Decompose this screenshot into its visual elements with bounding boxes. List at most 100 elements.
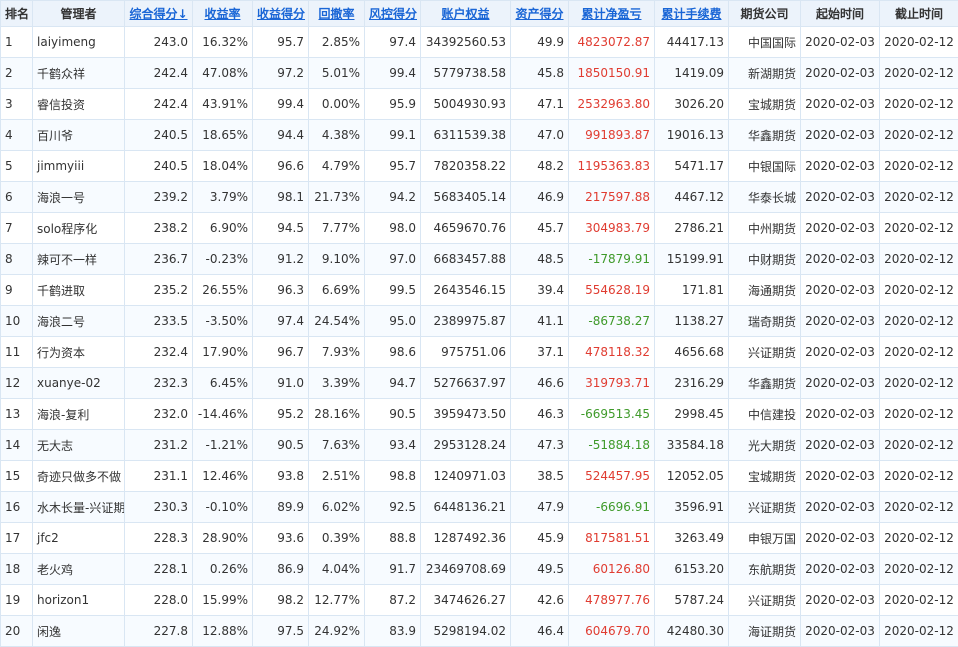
return-rate-cell: 6.45%	[193, 368, 253, 399]
cumulative-net-pnl-cell: 604679.70	[569, 616, 655, 647]
start-time-cell: 2020-02-03	[801, 337, 880, 368]
cumulative-fee-cell: 15199.91	[655, 244, 729, 275]
risk-score-cell: 92.5	[365, 492, 421, 523]
cumulative-fee-cell: 2316.29	[655, 368, 729, 399]
futures-company-cell: 海通期货	[729, 275, 801, 306]
column-header-return-rate[interactable]: 收益率	[193, 1, 253, 27]
drawdown-rate-cell: 0.39%	[309, 523, 365, 554]
drawdown-rate-cell: 12.77%	[309, 585, 365, 616]
end-time-cell: 2020-02-12	[880, 58, 958, 89]
futures-company-cell: 中信建投	[729, 399, 801, 430]
composite-score-cell: 228.3	[125, 523, 193, 554]
asset-score-cell: 41.1	[511, 306, 569, 337]
end-time-cell: 2020-02-12	[880, 523, 958, 554]
rank-cell: 7	[1, 213, 33, 244]
futures-company-cell: 中国国际	[729, 27, 801, 58]
end-time-cell: 2020-02-12	[880, 120, 958, 151]
rank-cell: 15	[1, 461, 33, 492]
manager-cell: xuanye-02	[33, 368, 125, 399]
return-rate-cell: -0.10%	[193, 492, 253, 523]
composite-score-cell: 238.2	[125, 213, 193, 244]
drawdown-rate-cell: 4.79%	[309, 151, 365, 182]
rank-cell: 4	[1, 120, 33, 151]
table-row: 2千鹤众祥242.447.08%97.25.01%99.45779738.584…	[1, 58, 958, 89]
manager-cell: 百川爷	[33, 120, 125, 151]
column-header-asset-score[interactable]: 资产得分	[511, 1, 569, 27]
manager-cell: 奇迹只做多不做	[33, 461, 125, 492]
risk-score-cell: 87.2	[365, 585, 421, 616]
start-time-cell: 2020-02-03	[801, 89, 880, 120]
rank-cell: 10	[1, 306, 33, 337]
composite-score-cell: 231.1	[125, 461, 193, 492]
cumulative-net-pnl-cell: 991893.87	[569, 120, 655, 151]
manager-cell: 千鹤众祥	[33, 58, 125, 89]
end-time-cell: 2020-02-12	[880, 399, 958, 430]
end-time-cell: 2020-02-12	[880, 368, 958, 399]
table-row: 19horizon1228.015.99%98.212.77%87.234746…	[1, 585, 958, 616]
rank-cell: 1	[1, 27, 33, 58]
rank-cell: 20	[1, 616, 33, 647]
account-equity-cell: 3959473.50	[421, 399, 511, 430]
table-row: 13海浪-复利232.0-14.46%95.228.16%90.53959473…	[1, 399, 958, 430]
composite-score-cell: 227.8	[125, 616, 193, 647]
column-header-cumulative-fee[interactable]: 累计手续费	[655, 1, 729, 27]
column-header-drawdown-rate[interactable]: 回撤率	[309, 1, 365, 27]
asset-score-cell: 47.3	[511, 430, 569, 461]
return-rate-cell: -1.21%	[193, 430, 253, 461]
rank-cell: 3	[1, 89, 33, 120]
risk-score-cell: 95.0	[365, 306, 421, 337]
column-header-rank: 排名	[1, 1, 33, 27]
start-time-cell: 2020-02-03	[801, 275, 880, 306]
column-header-return-score[interactable]: 收益得分	[253, 1, 309, 27]
asset-score-cell: 47.0	[511, 120, 569, 151]
cumulative-net-pnl-cell: 1850150.91	[569, 58, 655, 89]
return-rate-cell: 18.65%	[193, 120, 253, 151]
rank-cell: 19	[1, 585, 33, 616]
drawdown-rate-cell: 28.16%	[309, 399, 365, 430]
account-equity-cell: 4659670.76	[421, 213, 511, 244]
account-equity-cell: 5779738.58	[421, 58, 511, 89]
table-row: 4百川爷240.518.65%94.44.38%99.16311539.3847…	[1, 120, 958, 151]
risk-score-cell: 93.4	[365, 430, 421, 461]
end-time-cell: 2020-02-12	[880, 182, 958, 213]
asset-score-cell: 46.4	[511, 616, 569, 647]
return-rate-cell: 47.08%	[193, 58, 253, 89]
column-header-cumulative-net-pnl[interactable]: 累计净盈亏	[569, 1, 655, 27]
cumulative-fee-cell: 12052.05	[655, 461, 729, 492]
column-header-account-equity[interactable]: 账户权益	[421, 1, 511, 27]
cumulative-net-pnl-cell: -86738.27	[569, 306, 655, 337]
account-equity-cell: 975751.06	[421, 337, 511, 368]
end-time-cell: 2020-02-12	[880, 337, 958, 368]
cumulative-fee-cell: 19016.13	[655, 120, 729, 151]
risk-score-cell: 91.7	[365, 554, 421, 585]
table-row: 14无大志231.2-1.21%90.57.63%93.42953128.244…	[1, 430, 958, 461]
cumulative-fee-cell: 5787.24	[655, 585, 729, 616]
drawdown-rate-cell: 2.85%	[309, 27, 365, 58]
table-row: 6海浪一号239.23.79%98.121.73%94.25683405.144…	[1, 182, 958, 213]
end-time-cell: 2020-02-12	[880, 492, 958, 523]
cumulative-net-pnl-cell: -51884.18	[569, 430, 655, 461]
composite-score-cell: 236.7	[125, 244, 193, 275]
risk-score-cell: 95.7	[365, 151, 421, 182]
futures-company-cell: 东航期货	[729, 554, 801, 585]
table-row: 12xuanye-02232.36.45%91.03.39%94.7527663…	[1, 368, 958, 399]
manager-cell: 千鹤进取	[33, 275, 125, 306]
cumulative-fee-cell: 6153.20	[655, 554, 729, 585]
risk-score-cell: 99.1	[365, 120, 421, 151]
asset-score-cell: 48.5	[511, 244, 569, 275]
asset-score-cell: 46.6	[511, 368, 569, 399]
column-header-risk-score[interactable]: 风控得分	[365, 1, 421, 27]
cumulative-net-pnl-cell: -669513.45	[569, 399, 655, 430]
futures-company-cell: 华鑫期货	[729, 120, 801, 151]
drawdown-rate-cell: 3.39%	[309, 368, 365, 399]
start-time-cell: 2020-02-03	[801, 213, 880, 244]
table-row: 10海浪二号233.5-3.50%97.424.54%95.02389975.8…	[1, 306, 958, 337]
table-row: 1laiyimeng243.016.32%95.72.85%97.4343925…	[1, 27, 958, 58]
column-header-composite-score[interactable]: 综合得分↓	[125, 1, 193, 27]
rank-cell: 17	[1, 523, 33, 554]
account-equity-cell: 2953128.24	[421, 430, 511, 461]
cumulative-fee-cell: 33584.18	[655, 430, 729, 461]
risk-score-cell: 98.6	[365, 337, 421, 368]
return-score-cell: 96.3	[253, 275, 309, 306]
manager-cell: 辣可不一样	[33, 244, 125, 275]
